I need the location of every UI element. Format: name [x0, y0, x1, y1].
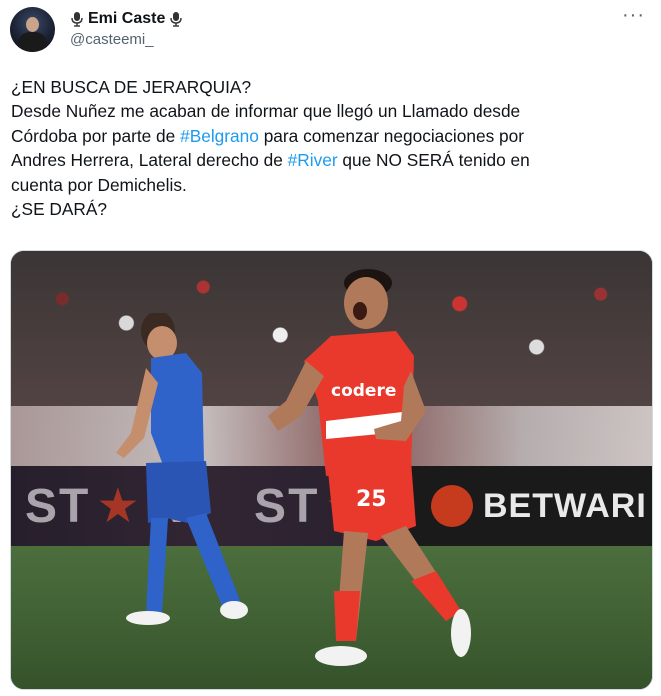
user-handle[interactable]: @casteemi_ [70, 31, 183, 48]
more-icon[interactable]: ··· [622, 5, 645, 25]
tweet-photo[interactable]: ST ★ R ST ★ BETWARI codere 25 [10, 250, 653, 690]
red-player: codere 25 [268, 269, 471, 666]
tweet-text-segment: Andres Herrera, Lateral derecho de [11, 150, 288, 171]
blue-player [116, 313, 248, 625]
microphone-icon [71, 12, 83, 27]
avatar-head [26, 17, 39, 32]
board-text: ST [25, 479, 91, 533]
avatar[interactable] [10, 7, 55, 52]
hashtag-river[interactable]: #River [288, 150, 338, 170]
tweet-line: Desde Nuñez me acaban de informar que ll… [11, 101, 521, 122]
microphone-icon [170, 12, 183, 27]
user-info[interactable]: Emi Caste @casteemi_ [70, 9, 183, 48]
display-name[interactable]: Emi Caste [88, 10, 165, 28]
tweet-text-segment: Córdoba por parte de [11, 125, 181, 146]
tweet-line: cuenta por Demichelis. [11, 174, 187, 195]
tweet-line: ¿SE DARÁ? [11, 199, 108, 220]
avatar-body [18, 32, 47, 52]
tweet-text-segment: que NO SERÁ tenido en [337, 150, 530, 171]
tweet-line: Córdoba por parte de #Belgrano para come… [11, 124, 651, 148]
hashtag-belgrano[interactable]: #Belgrano [180, 126, 259, 146]
shirt-sponsor: codere [331, 381, 396, 401]
shirt-number: 25 [356, 487, 387, 512]
tweet-text-segment: para comenzar negociaciones por [258, 125, 525, 146]
name-row: Emi Caste [70, 9, 183, 29]
tweet-line: Andres Herrera, Lateral derecho de #Rive… [11, 148, 651, 172]
tweet-header: Emi Caste @casteemi_ ··· [10, 5, 651, 53]
tweet-text: ¿EN BUSCA DE JERARQUIA? Desde Nuñez me a… [11, 75, 651, 221]
board-text: BETWARI [483, 486, 647, 525]
tweet-line: ¿EN BUSCA DE JERARQUIA? [11, 77, 252, 97]
